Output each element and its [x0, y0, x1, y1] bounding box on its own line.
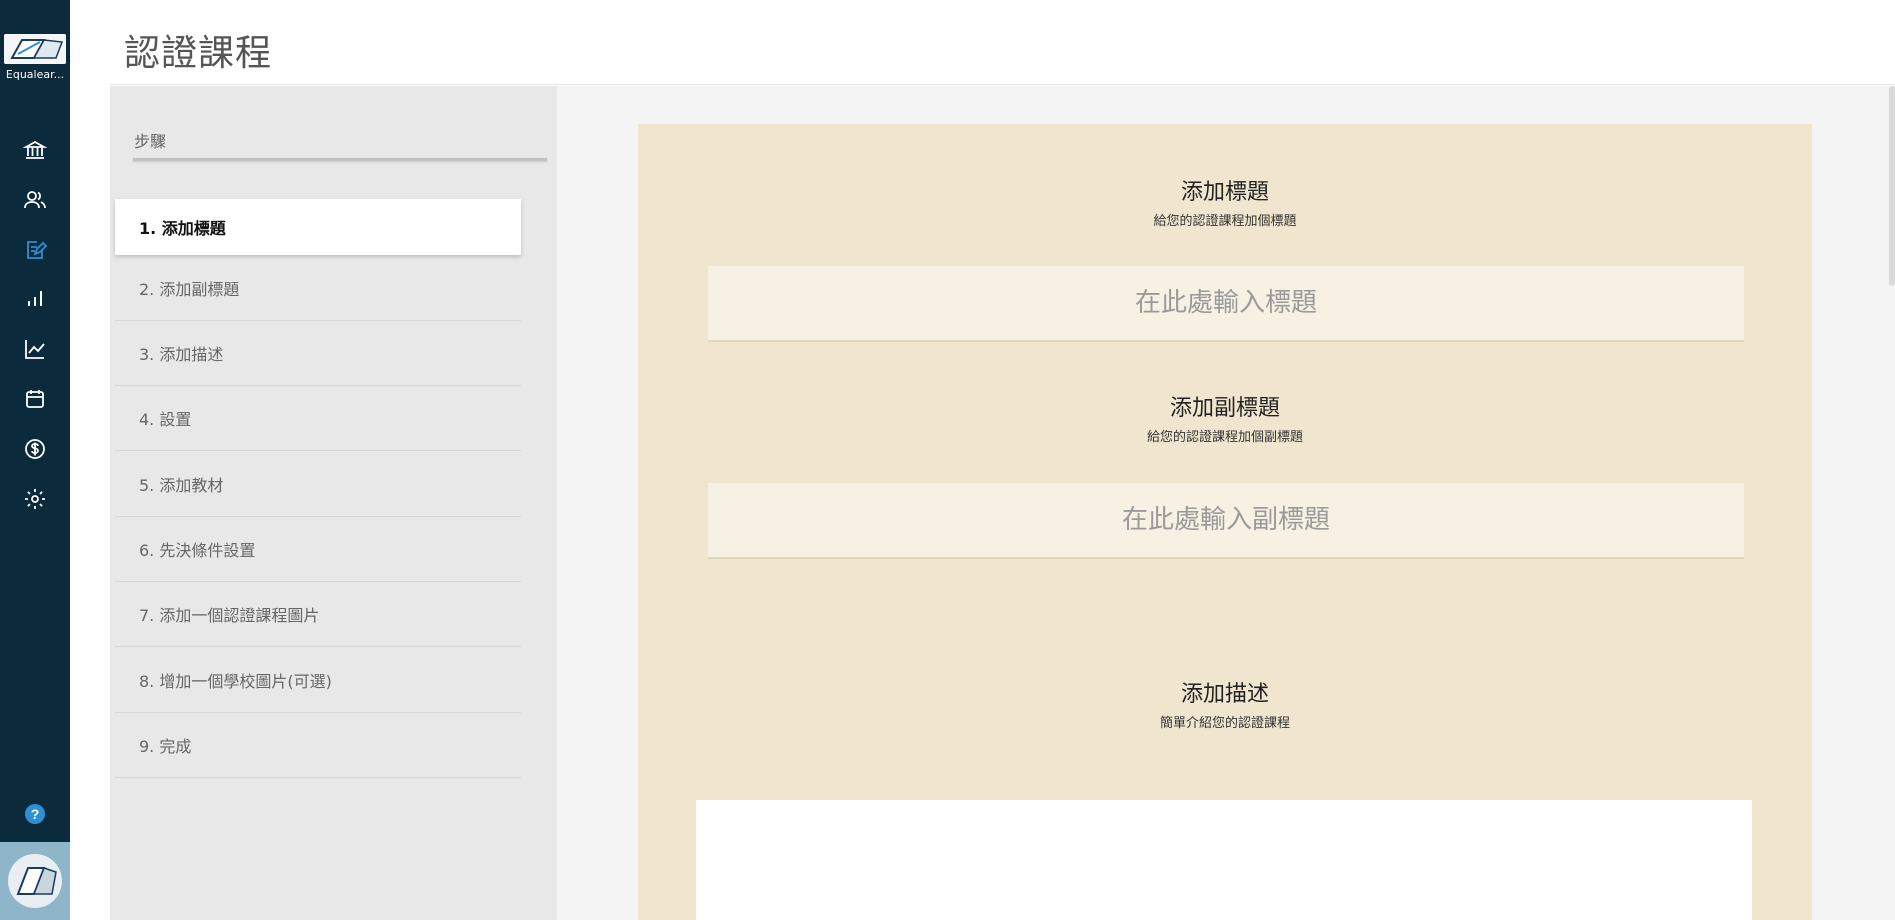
header-divider — [110, 84, 1895, 85]
gear-icon[interactable] — [21, 485, 49, 513]
steps-heading: 步驟 — [134, 132, 167, 151]
title-input[interactable] — [708, 266, 1744, 342]
avatar[interactable] — [0, 842, 70, 920]
dollar-icon[interactable] — [21, 435, 49, 463]
scrollbar[interactable] — [1889, 86, 1895, 286]
description-section-heading: 添加描述 — [1180, 682, 1269, 707]
title-section-heading: 添加標題 — [1180, 180, 1269, 205]
brand-name: Equalear... — [5, 68, 65, 81]
nav-rail: Equalear... ? — [0, 0, 70, 920]
calendar-icon[interactable] — [21, 385, 49, 413]
step-settings[interactable]: 4. 設置 — [115, 386, 521, 451]
step-add-description[interactable]: 3. 添加描述 — [115, 321, 521, 386]
brand-logo[interactable] — [4, 34, 66, 64]
subtitle-section-heading: 添加副標題 — [1169, 396, 1280, 421]
description-editor[interactable] — [696, 800, 1752, 920]
step-add-subtitle[interactable]: 2. 添加副標題 — [115, 256, 521, 321]
title-section-subheading: 給您的認證課程加個標題 — [1153, 214, 1297, 229]
page-title: 認證課程 — [124, 33, 273, 74]
subtitle-section-subheading: 給您的認證課程加個副標題 — [1146, 430, 1303, 445]
bar-chart-icon[interactable] — [21, 284, 49, 312]
steps-panel: 步驟 1. 添加標題 2. 添加副標題 3. 添加描述 4. 設置 5. 添加教… — [110, 86, 557, 920]
steps-divider — [133, 158, 547, 161]
avatar-image — [8, 854, 62, 908]
logo-image — [4, 34, 66, 64]
help-button[interactable]: ? — [25, 804, 45, 824]
step-prerequisites[interactable]: 6. 先決條件設置 — [115, 517, 521, 582]
step-add-course-image[interactable]: 7. 添加一個認證課程圖片 — [115, 582, 521, 647]
users-icon[interactable] — [21, 186, 49, 214]
edit-course-icon[interactable] — [21, 236, 49, 264]
step-add-title[interactable]: 1. 添加標題 — [115, 199, 521, 255]
description-section-subheading: 簡單介紹您的認證課程 — [1159, 716, 1290, 731]
step-add-materials[interactable]: 5. 添加教材 — [115, 452, 521, 517]
institution-icon[interactable] — [21, 136, 49, 164]
course-form-card: 添加標題 給您的認證課程加個標題 添加副標題 給您的認證課程加個副標題 添加描述… — [638, 124, 1812, 920]
step-add-school-image[interactable]: 8. 增加一個學校圖片(可選) — [115, 648, 521, 713]
subtitle-input[interactable] — [708, 483, 1744, 559]
step-finish[interactable]: 9. 完成 — [115, 713, 521, 778]
main-content: 添加標題 給您的認證課程加個標題 添加副標題 給您的認證課程加個副標題 添加描述… — [557, 86, 1895, 920]
line-chart-icon[interactable] — [21, 335, 49, 363]
